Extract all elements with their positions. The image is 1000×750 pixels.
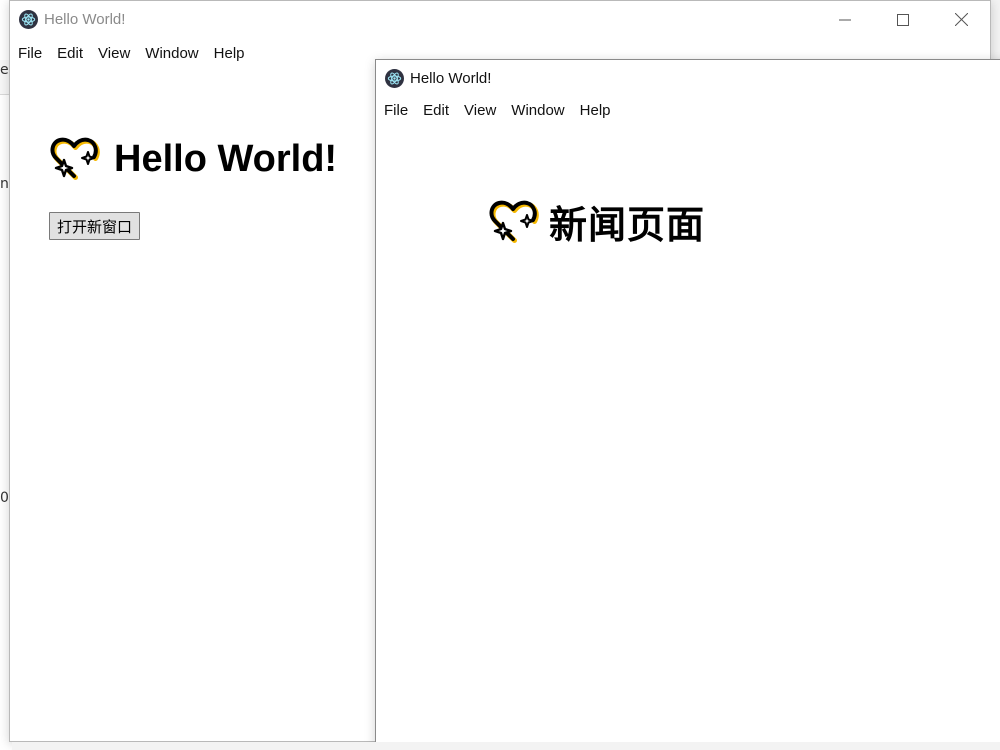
minimize-button[interactable] (816, 1, 874, 38)
electron-app-icon (19, 10, 38, 29)
desktop: er n 00 Hello World! (0, 0, 1000, 750)
heart-sparkle-icon (50, 137, 100, 180)
menu-edit[interactable]: Edit (51, 42, 89, 65)
desktop-bottom-strip (12, 742, 1000, 750)
page-heading: 新闻页面 (489, 194, 705, 249)
maximize-icon (897, 13, 909, 26)
close-button[interactable] (932, 1, 990, 38)
news-window-titlebar[interactable]: Hello World! (376, 60, 1000, 96)
background-text-fragment: n (0, 176, 9, 192)
menu-view[interactable]: View (92, 42, 136, 65)
caption-buttons (816, 1, 990, 38)
menu-file[interactable]: File (378, 99, 414, 122)
menu-file[interactable]: File (12, 42, 48, 65)
page-heading: Hello World! (50, 136, 337, 182)
heading-text: Hello World! (114, 137, 338, 180)
maximize-button[interactable] (874, 1, 932, 38)
main-window-titlebar[interactable]: Hello World! (10, 1, 990, 38)
heading-text: 新闻页面 (549, 203, 706, 247)
menu-window[interactable]: Window (505, 99, 570, 122)
close-icon (954, 13, 968, 26)
menu-window[interactable]: Window (139, 42, 204, 65)
menu-view[interactable]: View (458, 99, 502, 122)
news-menubar: File Edit View Window Help (376, 96, 1000, 124)
news-window: Hello World! File Edit View Window Help … (375, 59, 1000, 750)
menu-help[interactable]: Help (208, 42, 251, 65)
open-new-window-button[interactable]: 打开新窗口 (49, 212, 141, 240)
window-title: Hello World! (410, 69, 492, 87)
menu-help[interactable]: Help (574, 99, 617, 122)
menu-edit[interactable]: Edit (417, 99, 455, 122)
minimize-icon (839, 19, 851, 20)
window-title: Hello World! (44, 11, 126, 28)
electron-app-icon (385, 68, 404, 88)
heart-sparkle-icon (489, 200, 539, 243)
